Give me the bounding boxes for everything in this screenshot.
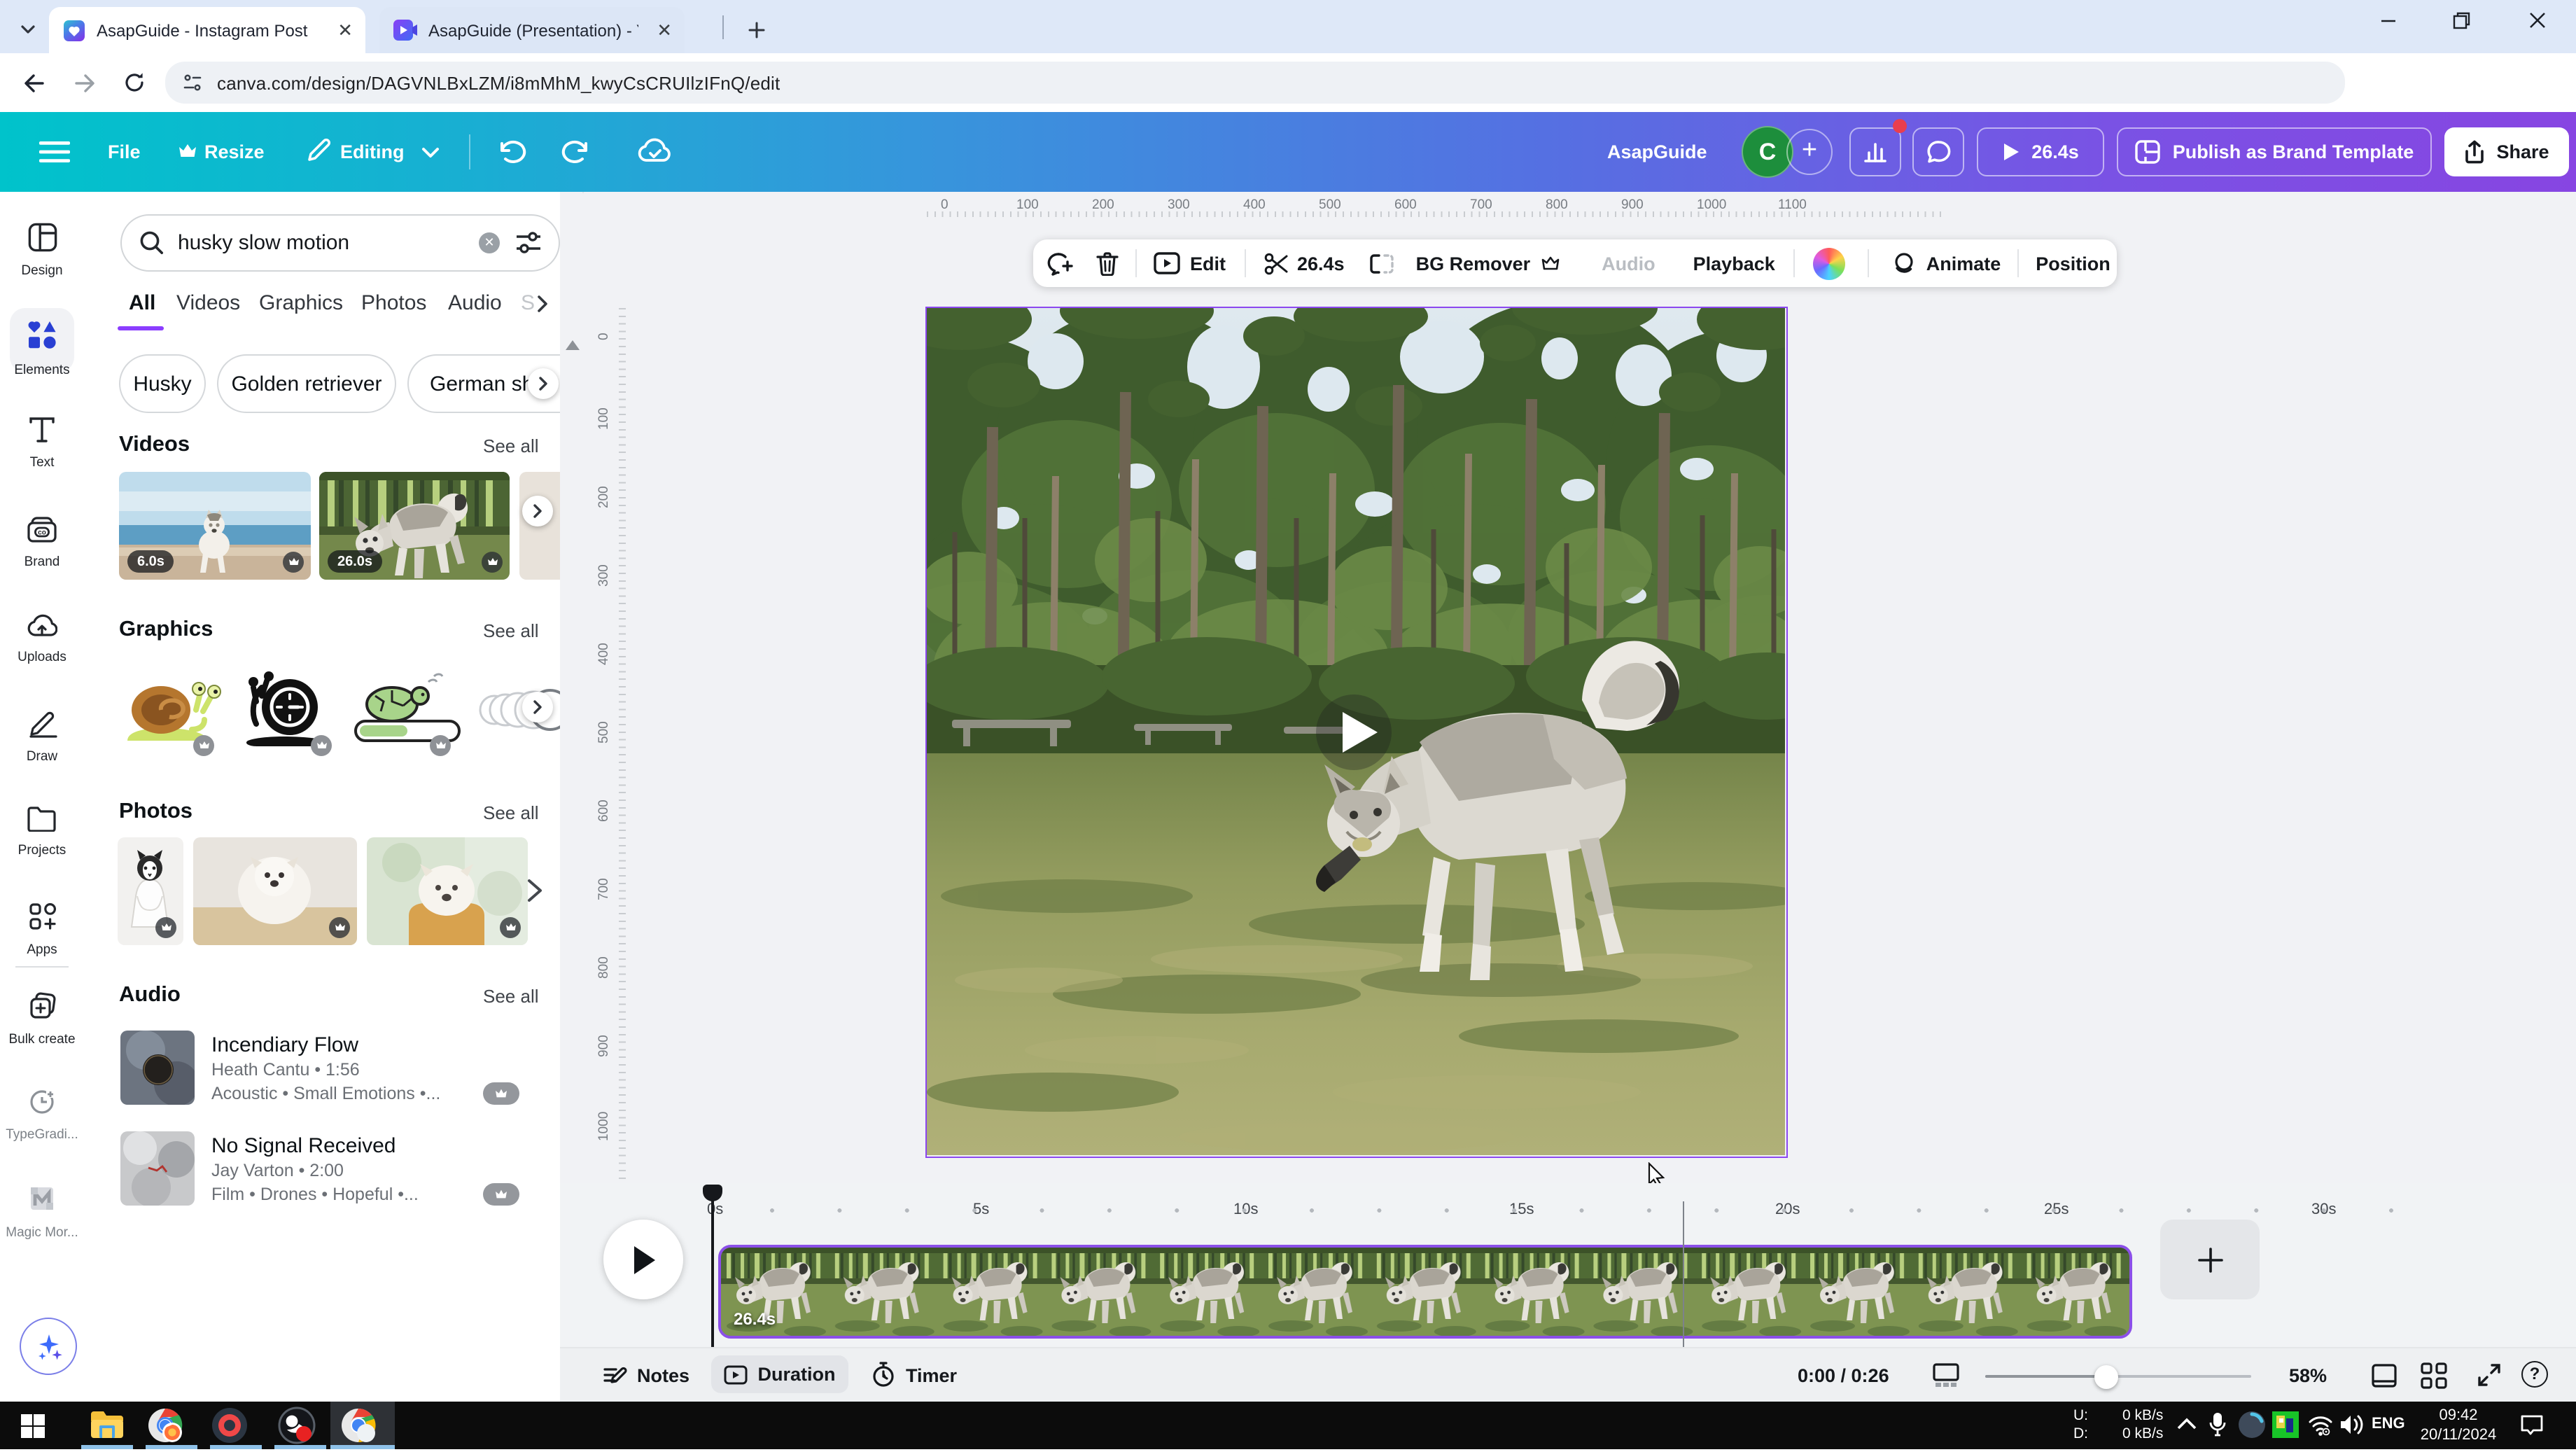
svg-text:co: co — [38, 529, 46, 536]
